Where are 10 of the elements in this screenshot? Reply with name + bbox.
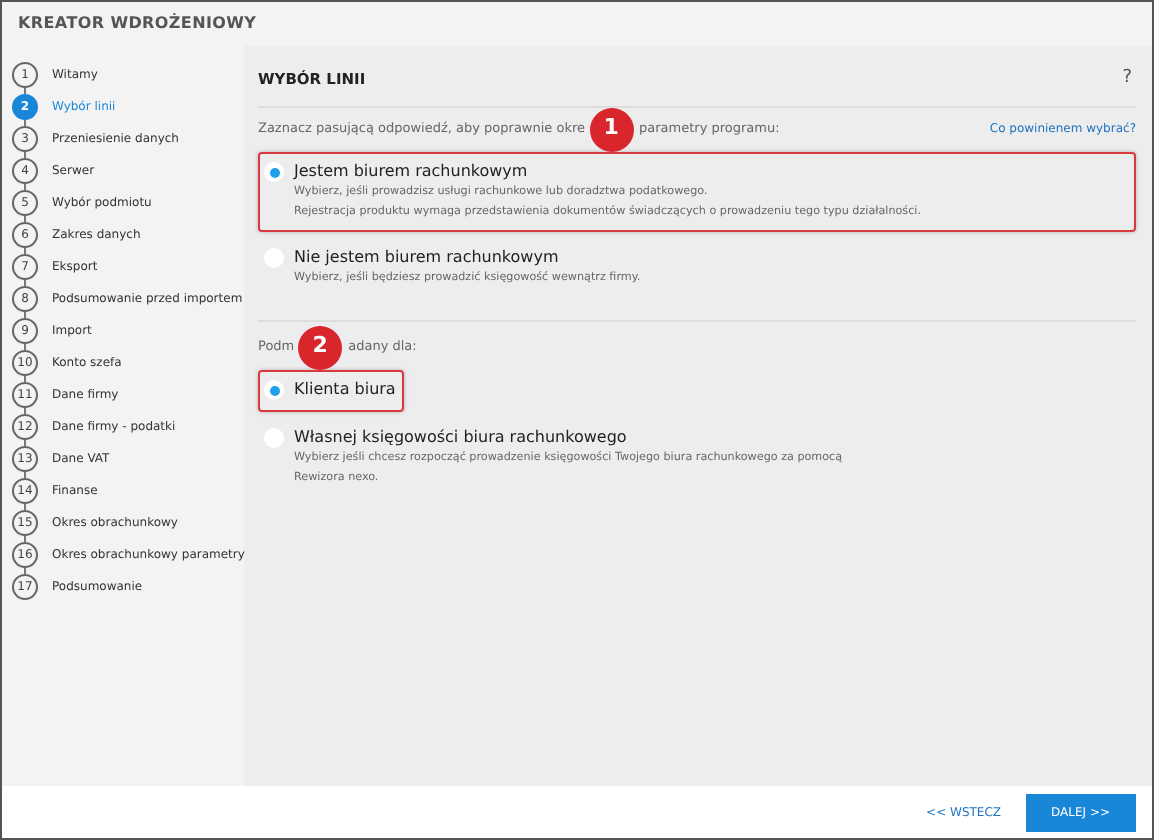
callout-badge: 1 (589, 107, 634, 151)
option-label[interactable]: Własnej księgowości biura rachunkowego (294, 426, 627, 450)
callout-badge: 2 (298, 325, 343, 369)
option-label[interactable]: Nie jestem biurem rachunkowym (294, 246, 559, 270)
option-label[interactable]: Jestem biurem rachunkowym (294, 160, 528, 184)
help-button[interactable]: ? (1122, 66, 1132, 93)
radio-button[interactable] (264, 380, 284, 400)
radio-button[interactable] (264, 162, 284, 182)
option-label[interactable]: Klienta biura (294, 378, 396, 402)
window-title: KREATOR WDROŻENIOWY (16, 11, 259, 36)
